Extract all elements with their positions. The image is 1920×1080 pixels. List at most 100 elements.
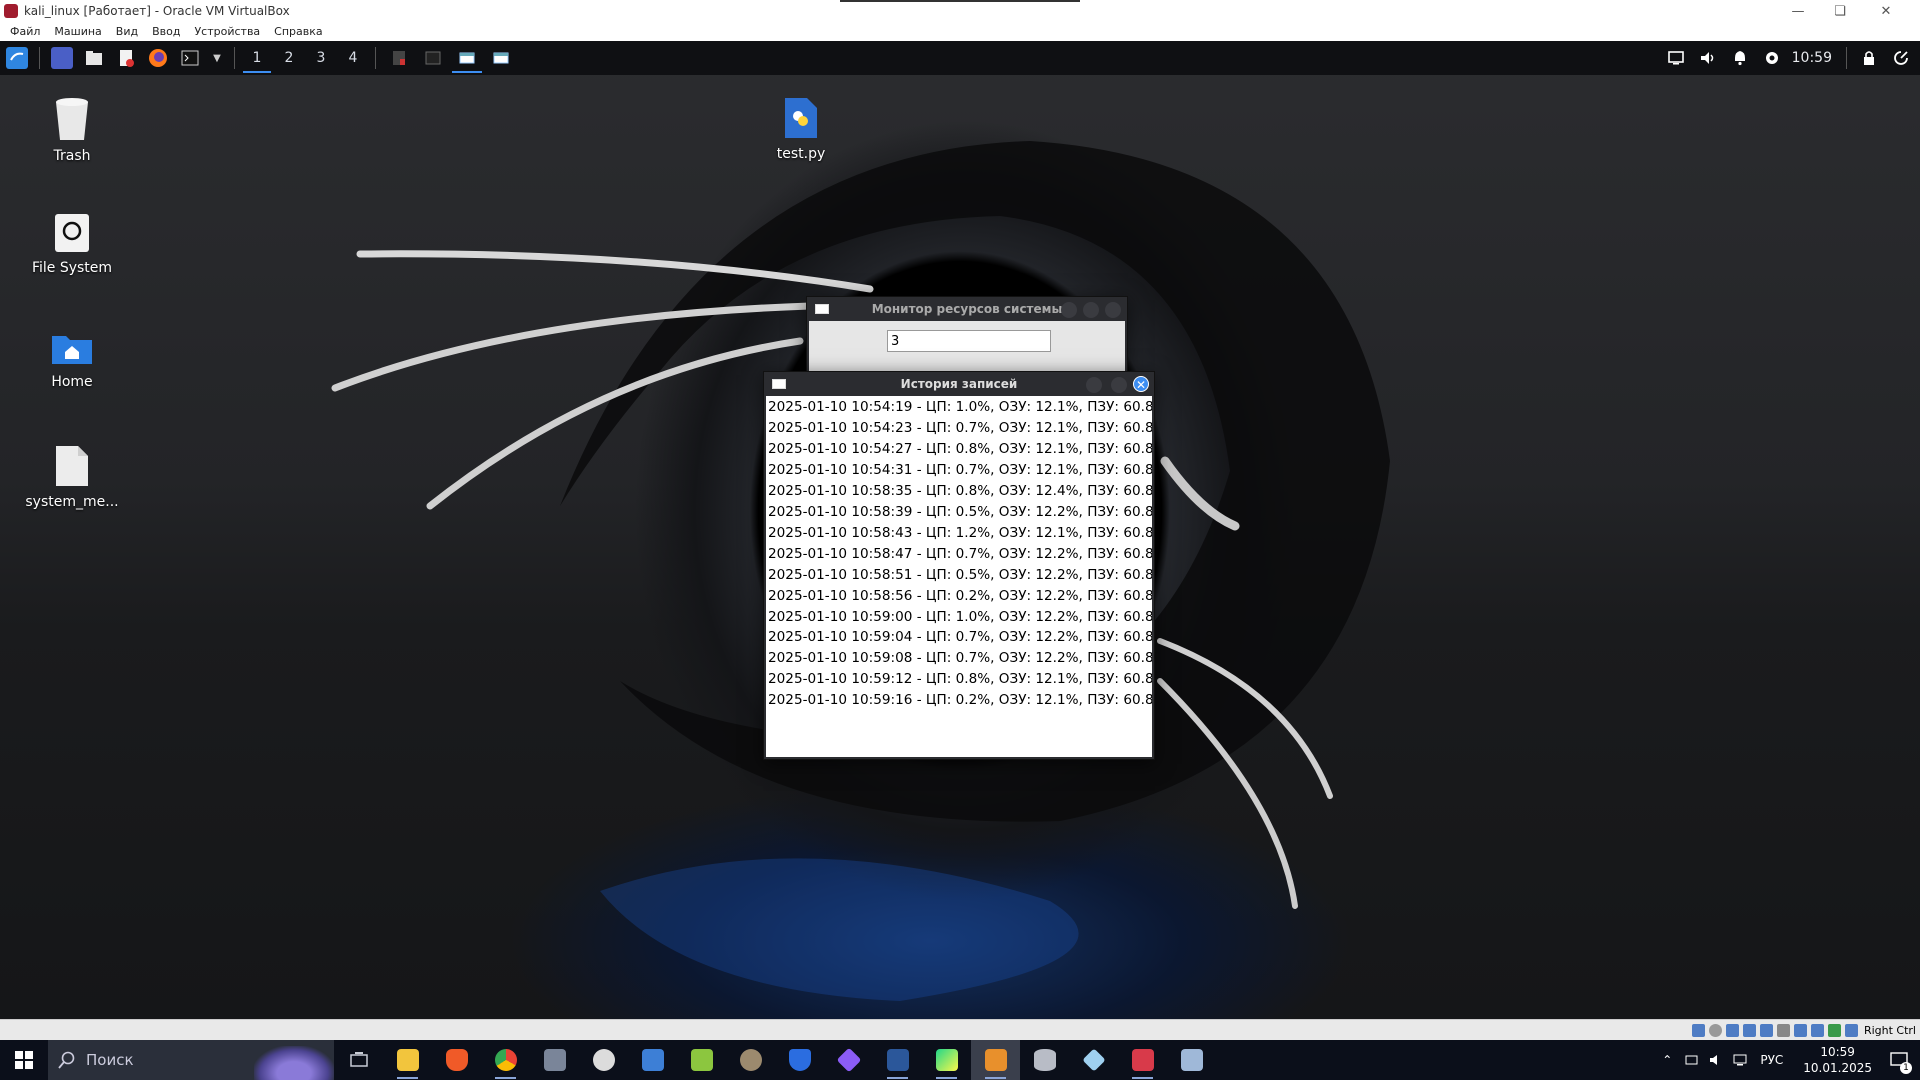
- app-file-explorer[interactable]: [383, 1040, 432, 1080]
- list-item[interactable]: 2025-01-10 10:58:56 - ЦП: 0.2%, ОЗУ: 12.…: [768, 586, 1152, 607]
- optical-status-icon[interactable]: [1708, 1023, 1722, 1037]
- terminal-icon[interactable]: [179, 47, 201, 69]
- app-calculator[interactable]: [530, 1040, 579, 1080]
- desktop-item-test-py[interactable]: test.py: [746, 96, 856, 162]
- panel-clock[interactable]: 10:59: [1792, 50, 1832, 66]
- close-button[interactable]: ✕: [1866, 0, 1906, 22]
- list-item[interactable]: 2025-01-10 10:58:47 - ЦП: 0.7%, ОЗУ: 12.…: [768, 544, 1152, 565]
- taskbar-clock[interactable]: 10:59 10.01.2025: [1803, 1044, 1872, 1076]
- show-hidden-icons-icon[interactable]: ⌃: [1662, 1053, 1672, 1067]
- list-item[interactable]: 2025-01-10 10:54:19 - ЦП: 1.0%, ОЗУ: 12.…: [768, 397, 1152, 418]
- minimize-button[interactable]: —: [1778, 0, 1818, 22]
- close-window-button[interactable]: [1105, 302, 1121, 318]
- minimize-window-button[interactable]: [1061, 302, 1077, 318]
- text-editor-icon[interactable]: [115, 47, 137, 69]
- workspace-4[interactable]: 4: [337, 43, 369, 73]
- app-gimp[interactable]: [726, 1040, 775, 1080]
- list-item[interactable]: 2025-01-10 10:58:35 - ЦП: 0.8%, ОЗУ: 12.…: [768, 481, 1152, 502]
- lock-icon[interactable]: [1858, 47, 1880, 69]
- list-item[interactable]: 2025-01-10 10:58:43 - ЦП: 1.2%, ОЗУ: 12.…: [768, 523, 1152, 544]
- shared-folders-status-icon[interactable]: [1776, 1023, 1790, 1037]
- menu-devices[interactable]: Устройства: [194, 25, 260, 38]
- task-editor-window[interactable]: [382, 43, 416, 73]
- desktop-item-home[interactable]: Home: [17, 328, 127, 390]
- home-folder-icon: [52, 336, 92, 364]
- workspace-3[interactable]: 3: [305, 43, 337, 73]
- speaker-icon[interactable]: [1708, 1053, 1724, 1067]
- app-pycharm[interactable]: [922, 1040, 971, 1080]
- app-obsidian[interactable]: [824, 1040, 873, 1080]
- volume-icon[interactable]: [1697, 47, 1719, 69]
- desktop-item-trash[interactable]: Trash: [17, 96, 127, 164]
- file-manager-icon[interactable]: [83, 47, 105, 69]
- firefox-icon[interactable]: [147, 47, 169, 69]
- app-vbox-manager[interactable]: [1118, 1040, 1167, 1080]
- task-terminal-window[interactable]: [416, 43, 450, 73]
- usb-status-icon[interactable]: [1759, 1023, 1773, 1037]
- list-item[interactable]: 2025-01-10 10:54:31 - ЦП: 0.7%, ОЗУ: 12.…: [768, 460, 1152, 481]
- vt-status-icon[interactable]: [1827, 1023, 1841, 1037]
- list-item[interactable]: 2025-01-10 10:54:27 - ЦП: 0.8%, ОЗУ: 12.…: [768, 439, 1152, 460]
- kali-menu-icon[interactable]: [6, 47, 28, 69]
- notification-icon[interactable]: [1729, 47, 1751, 69]
- minimize-window-button[interactable]: [1086, 377, 1102, 393]
- network-status-icon[interactable]: [1742, 1023, 1756, 1037]
- menu-machine[interactable]: Машина: [54, 25, 101, 38]
- display-status-icon[interactable]: [1793, 1023, 1807, 1037]
- list-item[interactable]: 2025-01-10 10:59:04 - ЦП: 0.7%, ОЗУ: 12.…: [768, 627, 1152, 648]
- menu-help[interactable]: Справка: [274, 25, 322, 38]
- network-icon[interactable]: [1732, 1053, 1748, 1067]
- history-window-title-bar[interactable]: История записей ✕: [764, 372, 1154, 396]
- interval-input[interactable]: [887, 330, 1051, 352]
- notification-center-button[interactable]: 1: [1884, 1040, 1914, 1080]
- list-item[interactable]: 2025-01-10 10:59:00 - ЦП: 1.0%, ОЗУ: 12.…: [768, 607, 1152, 628]
- app-brave[interactable]: [432, 1040, 481, 1080]
- taskbar-search[interactable]: Поиск: [48, 1040, 334, 1080]
- workspace-2[interactable]: 2: [273, 43, 305, 73]
- list-item[interactable]: 2025-01-10 10:59:12 - ЦП: 0.8%, ОЗУ: 12.…: [768, 669, 1152, 690]
- desktop-item-label: File System: [31, 260, 113, 276]
- start-button[interactable]: [0, 1040, 48, 1080]
- menu-input[interactable]: Ввод: [152, 25, 180, 38]
- logout-icon[interactable]: [1890, 47, 1912, 69]
- app-notepadpp[interactable]: [677, 1040, 726, 1080]
- list-item[interactable]: 2025-01-10 10:58:39 - ЦП: 0.5%, ОЗУ: 12.…: [768, 502, 1152, 523]
- close-window-button[interactable]: ✕: [1133, 376, 1149, 392]
- desktop-item-system-file[interactable]: system_me...: [17, 444, 127, 510]
- workspace-1[interactable]: 1: [241, 43, 273, 73]
- maximize-window-button[interactable]: [1111, 377, 1127, 393]
- power-dot-icon[interactable]: [1761, 47, 1783, 69]
- maximize-window-button[interactable]: [1083, 302, 1099, 318]
- battery-network-icon[interactable]: [1684, 1053, 1700, 1067]
- list-item[interactable]: 2025-01-10 10:54:23 - ЦП: 0.7%, ОЗУ: 12.…: [768, 418, 1152, 439]
- menu-view[interactable]: Вид: [116, 25, 138, 38]
- app-remote-desktop[interactable]: [1167, 1040, 1216, 1080]
- desktop-item-file-system[interactable]: File System: [17, 212, 127, 276]
- display-icon[interactable]: [1665, 47, 1687, 69]
- list-item[interactable]: 2025-01-10 10:59:16 - ЦП: 0.2%, ОЗУ: 12.…: [768, 690, 1152, 711]
- app-security[interactable]: [775, 1040, 824, 1080]
- restore-button[interactable]: ❏: [1820, 0, 1860, 22]
- list-item[interactable]: 2025-01-10 10:59:08 - ЦП: 0.7%, ОЗУ: 12.…: [768, 648, 1152, 669]
- app-virtualbox[interactable]: [971, 1040, 1020, 1080]
- app-chrome[interactable]: [481, 1040, 530, 1080]
- app-clock[interactable]: [579, 1040, 628, 1080]
- task-view-button[interactable]: [334, 1040, 383, 1080]
- menu-file[interactable]: Файл: [10, 25, 40, 38]
- mouse-status-icon[interactable]: [1844, 1023, 1858, 1037]
- history-list[interactable]: 2025-01-10 10:54:19 - ЦП: 1.0%, ОЗУ: 12.…: [766, 396, 1152, 757]
- app-database[interactable]: [1020, 1040, 1069, 1080]
- monitor-window-title-bar[interactable]: Монитор ресурсов системы: [807, 297, 1127, 321]
- audio-status-icon[interactable]: [1725, 1023, 1739, 1037]
- recording-status-icon[interactable]: [1810, 1023, 1824, 1037]
- app-word[interactable]: [873, 1040, 922, 1080]
- task-monitor-window[interactable]: [450, 43, 484, 73]
- desktop-icon[interactable]: [51, 47, 73, 69]
- list-item[interactable]: 2025-01-10 10:58:51 - ЦП: 0.5%, ОЗУ: 12.…: [768, 565, 1152, 586]
- app-mail[interactable]: [628, 1040, 677, 1080]
- hdd-status-icon[interactable]: [1691, 1023, 1705, 1037]
- chevron-down-icon[interactable]: ▼: [211, 47, 223, 69]
- language-indicator[interactable]: РУС: [1760, 1053, 1783, 1067]
- task-history-window[interactable]: [484, 43, 518, 73]
- app-3d-viewer[interactable]: [1069, 1040, 1118, 1080]
